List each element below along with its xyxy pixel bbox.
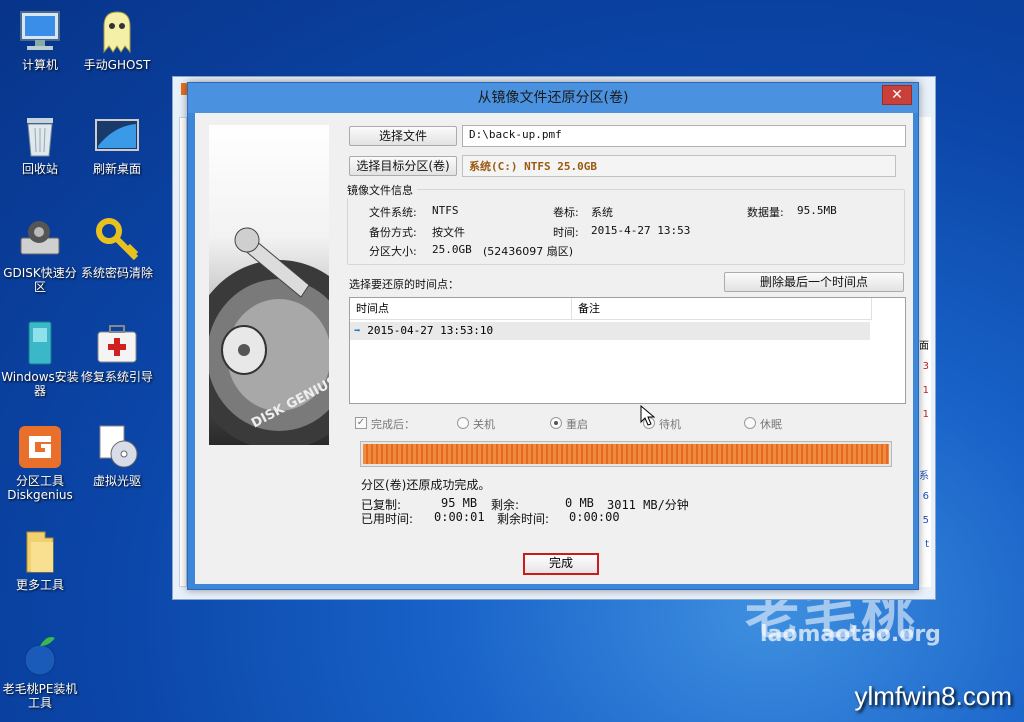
hibernate-label: 休眠 [760, 418, 782, 431]
disc-icon [94, 424, 140, 470]
icon-label: 分区工具Diskgenius [7, 474, 73, 502]
recycle-bin-icon[interactable]: 回收站 [0, 112, 80, 176]
status-text: 分区(卷)还原成功完成。 [361, 478, 491, 492]
time-left-value: 0:00:00 [569, 510, 620, 524]
installer-box-icon [17, 320, 63, 366]
strip-char: 面 [919, 341, 929, 352]
time-left-label: 剩余时间: [497, 512, 550, 526]
mouse-cursor-icon [640, 405, 656, 426]
shutdown-label: 关机 [473, 418, 495, 431]
strip-char: 6 [922, 491, 929, 502]
time-label: 时间: [553, 226, 579, 239]
bin-icon [17, 112, 63, 158]
windows-installer-icon[interactable]: Windows安装器 [0, 320, 80, 398]
data-size-value: 95.5MB [797, 204, 837, 217]
volume-label: 卷标: [553, 206, 579, 219]
time-value: 2015-4-27 13:53 [591, 224, 691, 237]
icon-label: 虚拟光驱 [92, 474, 141, 488]
file-path-field[interactable]: D:\back-up.pmf [462, 125, 906, 147]
standby-label: 待机 [659, 418, 681, 431]
strip-char: 5 [922, 515, 929, 526]
icon-label: Windows安装器 [1, 370, 79, 398]
hibernate-radio[interactable] [744, 417, 756, 429]
delete-last-point-button[interactable]: 删除最后一个时间点 [724, 272, 904, 292]
data-size-label: 数据量: [747, 206, 784, 219]
remaining-value: 0 MB [565, 496, 594, 510]
icon-label: 计算机 [21, 58, 58, 72]
volume-value: 系统 [591, 206, 613, 219]
peach-icon [17, 632, 63, 678]
backup-mode-label: 备份方式: [369, 226, 417, 239]
icon-label: 手动GHOST [83, 58, 151, 72]
refresh-desktop-icon[interactable]: 刷新桌面 [77, 112, 157, 176]
monitor-icon [17, 8, 63, 54]
shutdown-radio[interactable] [457, 417, 469, 429]
progress-fill [363, 444, 889, 464]
elapsed-label: 已用时间: [361, 512, 414, 526]
virtual-drive-icon[interactable]: 虚拟光驱 [77, 424, 157, 488]
partition-size-value: 25.0GB [432, 243, 472, 256]
strip-char: 3 [922, 361, 929, 372]
elapsed-value: 0:00:01 [434, 510, 485, 524]
restore-point-list[interactable]: 时间点 备注 ➡ 2015-04-27 13:53:10 [349, 297, 906, 404]
strip-char: 1 [922, 385, 929, 396]
fs-label: 文件系统: [369, 206, 417, 219]
icon-label: 回收站 [21, 162, 58, 176]
restore-progress-bar [360, 441, 892, 467]
corner-site-text: ylmfwin8.com [854, 681, 1012, 711]
more-tools-icon[interactable]: 更多工具 [0, 528, 80, 592]
fs-value: NTFS [432, 204, 459, 217]
done-button[interactable]: 完成 [523, 553, 599, 575]
ghost-figure-icon [94, 8, 140, 54]
first-aid-kit-icon [94, 320, 140, 366]
repair-boot-icon[interactable]: 修复系统引导 [77, 320, 157, 384]
list-item[interactable]: ➡ 2015-04-27 13:53:10 [350, 322, 870, 340]
strip-char: 1 [922, 409, 929, 420]
icon-label: 修复系统引导 [80, 370, 153, 384]
column-header-time[interactable]: 时间点 [350, 298, 572, 320]
restore-dialog: 从镜像文件还原分区(卷) ✕ DISK GENIUS 选择文件 D:\back-… [187, 82, 919, 590]
dialog-body: DISK GENIUS 选择文件 D:\back-up.pmf 选择目标分区(卷… [195, 113, 913, 584]
sector-count: (52436097 扇区) [483, 245, 574, 258]
background-left-panel [179, 117, 187, 587]
partition-size-label: 分区大小: [369, 245, 417, 258]
after-complete-checkbox[interactable]: ✓ [355, 417, 367, 429]
laomaotao-installer-icon[interactable]: 老毛桃PE装机工具 [0, 632, 80, 710]
dialog-title: 从镜像文件还原分区(卷) [188, 83, 918, 113]
watermark-site: laomaotao.org [760, 622, 941, 647]
disk-gear-icon [17, 216, 63, 262]
arrow-right-icon: ➡ [354, 324, 361, 337]
gdisk-icon[interactable]: GDISK快速分区 [0, 216, 80, 294]
target-partition-field[interactable]: 系统(C:) NTFS 25.0GB [462, 155, 896, 177]
diskgenius-icon[interactable]: 分区工具Diskgenius [0, 424, 80, 502]
restore-point-label: 选择要还原的时间点： [349, 278, 459, 291]
choose-target-button[interactable]: 选择目标分区(卷) [349, 156, 457, 176]
diskgenius-logo-icon [17, 424, 63, 470]
strip-char: 系 [919, 471, 929, 482]
icon-label: 系统密码清除 [80, 266, 153, 280]
password-clear-icon[interactable]: 系统密码清除 [77, 216, 157, 280]
restart-label: 重启 [566, 418, 588, 431]
choose-file-button[interactable]: 选择文件 [349, 126, 457, 146]
image-info-label: 镜像文件信息 [347, 182, 417, 198]
after-complete-label: 完成后： [371, 418, 415, 431]
computer-icon[interactable]: 计算机 [0, 8, 80, 72]
folder-icon [17, 528, 63, 574]
desktop-screen-icon [94, 112, 140, 158]
icon-label: 老毛桃PE装机工具 [2, 682, 78, 710]
icon-label: GDISK快速分区 [3, 266, 77, 294]
close-button[interactable]: ✕ [882, 85, 912, 105]
restore-point-time: 2015-04-27 13:53:10 [367, 324, 494, 337]
ghost-icon[interactable]: 手动GHOST [77, 8, 157, 72]
restart-radio[interactable] [550, 417, 562, 429]
copied-value: 95 MB [441, 496, 478, 510]
background-right-panel: 面 3 1 1 系 6 5 t [917, 117, 931, 587]
icon-label: 更多工具 [15, 578, 64, 592]
backup-mode-value: 按文件 [432, 226, 465, 239]
column-header-note[interactable]: 备注 [572, 298, 872, 320]
key-icon [94, 216, 140, 262]
disk-genius-image: DISK GENIUS [209, 125, 329, 445]
strip-char: t [925, 539, 929, 550]
icon-label: 刷新桌面 [92, 162, 141, 176]
